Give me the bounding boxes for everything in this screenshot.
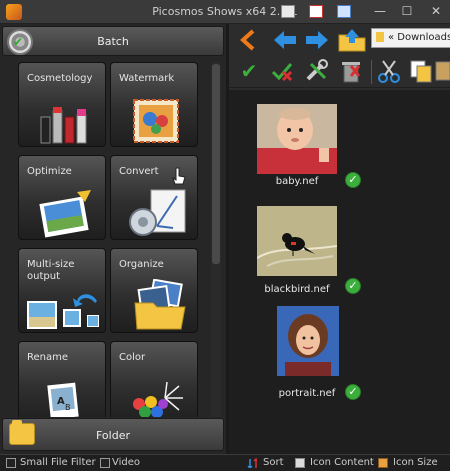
file-name: blackbird.nef	[264, 284, 330, 295]
copy-button[interactable]	[407, 58, 435, 84]
maximize-button[interactable]: ☐	[399, 3, 415, 19]
video-checkbox[interactable]	[100, 458, 110, 468]
svg-text:A: A	[57, 396, 65, 407]
thumbnail	[277, 306, 339, 376]
sort-icon	[247, 458, 257, 468]
small-file-filter-label: Small File Filter	[20, 457, 96, 468]
svg-text:B: B	[65, 403, 71, 412]
rename-icon: A B	[47, 382, 79, 417]
tile-label: Multi-size output	[27, 259, 75, 282]
file-name: portrait.nef	[278, 388, 336, 399]
scissors-icon	[378, 60, 400, 83]
icon-content-button[interactable]: Icon Content	[310, 457, 374, 468]
action-toolbar: ✔	[229, 56, 450, 88]
delete-button[interactable]	[337, 58, 365, 84]
thumbnail	[257, 104, 337, 174]
title-bar: Picosmos Shows x64 2.1.1 — ☐ ✕	[0, 0, 450, 24]
tile-label: Color	[119, 352, 146, 363]
select-all-button[interactable]: ✔	[235, 58, 263, 84]
tile-cosmetology[interactable]: Cosmetology	[18, 62, 106, 147]
up-folder-button[interactable]	[337, 27, 366, 53]
tile-label: Rename	[27, 352, 69, 363]
check-cross-icon	[271, 63, 293, 82]
toolbar-divider	[371, 60, 372, 84]
back-button[interactable]	[271, 27, 299, 53]
monitor-icon[interactable]	[337, 5, 351, 18]
tile-label: Cosmetology	[27, 73, 93, 84]
folder-up-icon	[338, 29, 366, 52]
color-icon	[133, 381, 183, 417]
organize-icon	[134, 279, 186, 330]
check-icon: ✓	[345, 384, 361, 400]
check-icon: ✓	[345, 278, 361, 294]
cut-button[interactable]	[375, 58, 403, 84]
deselect-button[interactable]	[269, 58, 297, 84]
folder-label: Folder	[96, 429, 130, 442]
icon-size-button[interactable]: Icon Size	[393, 457, 438, 468]
arrow-right-icon	[306, 31, 328, 49]
paste-icon	[435, 61, 450, 81]
forward-button[interactable]	[303, 27, 331, 53]
folder-button[interactable]: Folder	[2, 418, 224, 451]
sort-button[interactable]: Sort	[263, 457, 284, 468]
grid-view-icon[interactable]	[309, 5, 323, 18]
tile-label: Organize	[119, 259, 164, 270]
paste-button[interactable]	[434, 58, 450, 84]
layout-icon[interactable]	[281, 5, 295, 18]
thumbnail	[257, 206, 337, 276]
convert-icon	[129, 189, 186, 236]
tile-optimize[interactable]: Optimize	[18, 155, 106, 240]
path-field[interactable]: « Downloads	[371, 28, 450, 48]
batch-button[interactable]: ✔ Batch	[2, 26, 224, 56]
right-panel: « Downloads ✔ baby.nef ✓ blackbird.nef ✓…	[229, 24, 450, 454]
trash-icon	[342, 62, 361, 83]
batch-label: Batch	[97, 35, 129, 48]
tile-convert[interactable]: Convert	[110, 155, 198, 240]
navigation-toolbar: « Downloads	[229, 24, 450, 56]
left-panel: ✔ Batch Cosmetology Watermark Optimize C…	[0, 24, 226, 454]
cursor-icon	[172, 167, 186, 185]
tile-organize[interactable]: Organize	[110, 248, 198, 333]
small-file-filter-checkbox[interactable]	[6, 458, 16, 468]
tile-label: Watermark	[119, 73, 175, 84]
tile-watermark[interactable]: Watermark	[110, 62, 198, 147]
tile-multi-size-output[interactable]: Multi-size output	[18, 248, 106, 333]
status-bar: Small File Filter Video Sort Icon Conten…	[0, 454, 450, 471]
tile-rename[interactable]: Rename A B	[18, 341, 106, 417]
icon-content-icon	[295, 458, 305, 468]
icon-size-icon	[378, 458, 388, 468]
tile-label: Optimize	[27, 166, 72, 177]
video-label: Video	[112, 457, 141, 468]
function-grid: Cosmetology Watermark Optimize Convert M…	[2, 62, 224, 417]
minimize-button[interactable]: —	[372, 3, 388, 19]
check-icon: ✔	[240, 59, 258, 83]
copy-icon	[410, 60, 432, 83]
optimize-icon	[39, 190, 91, 238]
cosmetics-icon	[40, 107, 87, 144]
watermark-icon	[133, 99, 179, 143]
close-button[interactable]: ✕	[428, 3, 444, 19]
file-list: baby.nef ✓ blackbird.nef ✓ portrait.nef …	[229, 90, 450, 454]
back-orange-button[interactable]	[235, 27, 263, 53]
document-icon	[376, 32, 384, 42]
tile-label: Convert	[119, 166, 159, 177]
arrow-left-icon	[274, 31, 296, 49]
file-name: baby.nef	[275, 176, 319, 187]
left-scrollbar-thumb[interactable]	[212, 64, 220, 264]
tile-color[interactable]: Color	[110, 341, 198, 417]
tools-icon	[306, 59, 328, 81]
path-text: « Downloads	[388, 32, 450, 43]
check-icon: ✓	[345, 172, 361, 188]
multisize-icon	[27, 294, 99, 329]
tools-button[interactable]	[303, 58, 331, 84]
chevron-left-icon	[240, 29, 255, 51]
